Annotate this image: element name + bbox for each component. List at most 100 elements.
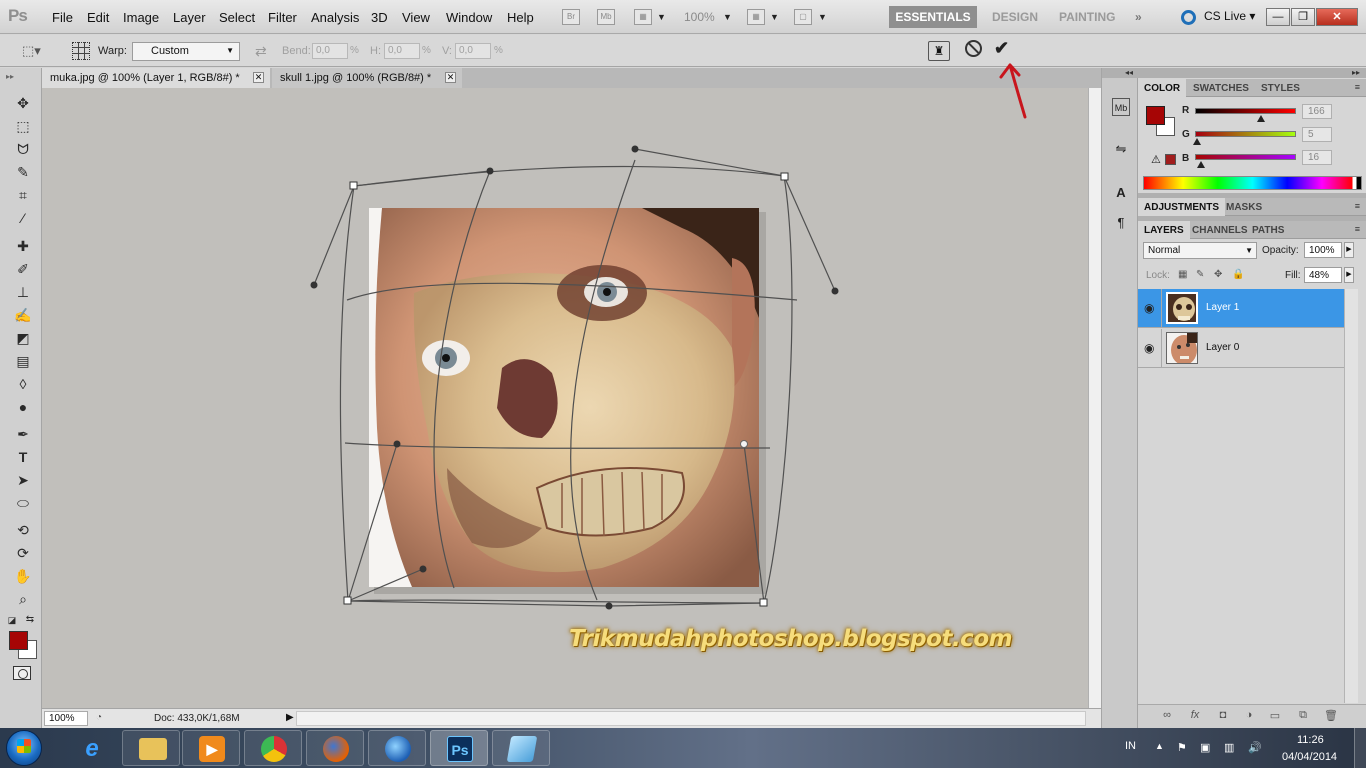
workspace-painting[interactable]: PAINTING <box>1059 10 1115 24</box>
tab-skull[interactable]: skull 1.jpg @ 100% (RGB/8#) * ✕ <box>272 68 462 88</box>
close-icon[interactable]: ✕ <box>445 72 456 83</box>
panel-menu-icon[interactable]: ≡ <box>1355 224 1360 234</box>
eye-icon[interactable]: ◉ <box>1144 341 1154 355</box>
close-button[interactable]: ✕ <box>1316 8 1358 26</box>
crop-tool-icon[interactable]: ⌗ <box>12 185 34 205</box>
layer-name[interactable]: Layer 1 <box>1206 302 1239 313</box>
zoom-status-field[interactable]: 100% <box>44 711 88 726</box>
tab-swatches[interactable]: SWATCHES <box>1187 79 1255 97</box>
brush-tool-icon[interactable]: ✐ <box>12 259 34 279</box>
gamut-swatch[interactable] <box>1165 154 1176 165</box>
history-brush-tool-icon[interactable]: ✍ <box>12 305 34 325</box>
color-spectrum-ramp[interactable] <box>1143 176 1362 190</box>
new-group-icon[interactable]: ▭ <box>1268 709 1282 723</box>
warp-orientation-icon[interactable]: ⇄ <box>255 43 267 60</box>
view-extras-icon[interactable]: ▦ <box>634 9 652 25</box>
tab-styles[interactable]: STYLES <box>1255 79 1306 97</box>
workspace-design[interactable]: DESIGN <box>992 10 1038 24</box>
menu-view[interactable]: View <box>402 10 430 25</box>
h-field[interactable]: 0,0 <box>384 43 420 59</box>
layer-row-layer-0[interactable]: ◉ Layer 0 <box>1138 329 1344 368</box>
path-selection-tool-icon[interactable]: ➤ <box>12 470 34 490</box>
layer-thumbnail[interactable] <box>1166 332 1198 364</box>
menu-3d[interactable]: 3D <box>371 10 388 25</box>
quick-selection-tool-icon[interactable]: ✎ <box>12 162 34 182</box>
taskbar-media-player[interactable]: ▶ <box>182 730 240 766</box>
tab-paths[interactable]: PATHS <box>1246 221 1290 239</box>
vertical-scrollbar[interactable] <box>1088 88 1101 708</box>
arrange-documents-icon[interactable]: ▦ <box>747 9 765 25</box>
tab-masks[interactable]: MASKS <box>1220 198 1268 216</box>
b-slider[interactable] <box>1195 154 1296 160</box>
transform-tool-icon[interactable]: ⬚▾ <box>22 43 42 59</box>
layer-thumbnail[interactable] <box>1166 292 1198 324</box>
lasso-tool-icon[interactable]: ᗢ <box>12 139 34 159</box>
canvas-artwork[interactable] <box>42 88 1088 708</box>
g-value-field[interactable]: 5 <box>1302 127 1332 142</box>
taskbar-firefox[interactable] <box>306 730 364 766</box>
3d-orbit-tool-icon[interactable]: ⟳ <box>12 543 34 563</box>
taskbar-globe[interactable] <box>368 730 426 766</box>
default-colors-icon[interactable]: ◪ <box>5 610 19 630</box>
link-layers-icon[interactable]: ∞ <box>1160 709 1174 723</box>
menu-help[interactable]: Help <box>507 10 534 25</box>
tab-channels[interactable]: CHANNELS <box>1186 221 1254 239</box>
gradient-tool-icon[interactable]: ▤ <box>12 351 34 371</box>
fill-field[interactable]: 48% <box>1304 267 1342 283</box>
opacity-field[interactable]: 100% <box>1304 242 1342 258</box>
eraser-tool-icon[interactable]: ◩ <box>12 328 34 348</box>
taskbar-app[interactable] <box>492 730 550 766</box>
toggle-warp-icon[interactable]: ♜ <box>928 41 950 61</box>
out-of-gamut-warning-icon[interactable]: ⚠ <box>1151 153 1161 166</box>
menu-window[interactable]: Window <box>446 10 492 25</box>
status-info-icon[interactable]: ◔ <box>96 712 102 723</box>
taskbar-photoshop[interactable]: Ps <box>430 730 488 766</box>
g-slider-thumb[interactable] <box>1193 138 1202 145</box>
move-tool-icon[interactable]: ✥ <box>12 93 34 113</box>
right-panels-collapse-icon[interactable]: ▸▸ <box>1138 68 1366 78</box>
r-slider[interactable] <box>1195 108 1296 114</box>
chevron-down-icon[interactable]: ▼ <box>770 12 779 22</box>
tab-adjustments[interactable]: ADJUSTMENTS <box>1138 198 1226 216</box>
r-slider-thumb[interactable] <box>1256 115 1265 122</box>
action-center-flag-icon[interactable]: ⚑ <box>1177 741 1187 754</box>
v-field[interactable]: 0,0 <box>455 43 491 59</box>
document-canvas[interactable]: Trikmudahphotoshop.blogspot.com <box>42 88 1088 708</box>
input-language[interactable]: IN <box>1125 740 1136 752</box>
clock-date[interactable]: 04/04/2014 <box>1282 751 1337 763</box>
toolbox-collapse-icon[interactable]: ▸▸ <box>6 72 14 81</box>
panel-menu-icon[interactable]: ≡ <box>1355 201 1360 211</box>
network-icon[interactable]: ▥ <box>1224 741 1234 754</box>
dodge-tool-icon[interactable]: ● <box>12 397 34 417</box>
menu-select[interactable]: Select <box>219 10 255 25</box>
tab-color[interactable]: COLOR <box>1138 79 1187 97</box>
blur-tool-icon[interactable]: ◊ <box>12 374 34 394</box>
pen-tool-icon[interactable]: ✒ <box>12 424 34 444</box>
b-slider-thumb[interactable] <box>1197 161 1206 168</box>
paragraph-icon[interactable]: ¶ <box>1112 214 1130 232</box>
restore-button[interactable]: ❐ <box>1291 8 1315 26</box>
menu-filter[interactable]: Filter <box>268 10 297 25</box>
blend-mode-select[interactable]: Normal ▼ <box>1143 242 1257 259</box>
new-layer-icon[interactable]: ⧉ <box>1296 709 1310 723</box>
lock-image-icon[interactable]: ✎ <box>1196 269 1207 280</box>
ellipse-tool-icon[interactable]: ⬭ <box>12 493 34 513</box>
chevron-down-icon[interactable]: ▼ <box>818 12 827 22</box>
g-slider[interactable] <box>1195 131 1296 137</box>
warp-style-select[interactable]: Custom ▼ <box>132 42 240 61</box>
minimize-button[interactable]: — <box>1266 8 1290 26</box>
chevron-down-icon[interactable]: ▼ <box>723 12 732 22</box>
horizontal-scrollbar[interactable] <box>296 711 1086 726</box>
menu-file[interactable]: File <box>52 10 73 25</box>
menu-edit[interactable]: Edit <box>87 10 109 25</box>
lock-transparent-icon[interactable]: ▦ <box>1178 269 1189 280</box>
zoom-tool-icon[interactable]: ⌕ <box>12 589 34 609</box>
layer-row-layer-1[interactable]: ◉ Layer 1 <box>1138 289 1344 328</box>
delete-layer-icon[interactable]: 🗑 <box>1324 709 1338 723</box>
healing-brush-tool-icon[interactable]: ✚ <box>12 236 34 256</box>
3d-rotate-tool-icon[interactable]: ⟲ <box>12 520 34 540</box>
r-value-field[interactable]: 166 <box>1302 104 1332 119</box>
layers-scrollbar[interactable] <box>1344 289 1358 703</box>
panels-collapse-icon[interactable]: ◂◂ <box>1102 68 1139 78</box>
taskbar-ie[interactable]: e <box>62 730 120 766</box>
